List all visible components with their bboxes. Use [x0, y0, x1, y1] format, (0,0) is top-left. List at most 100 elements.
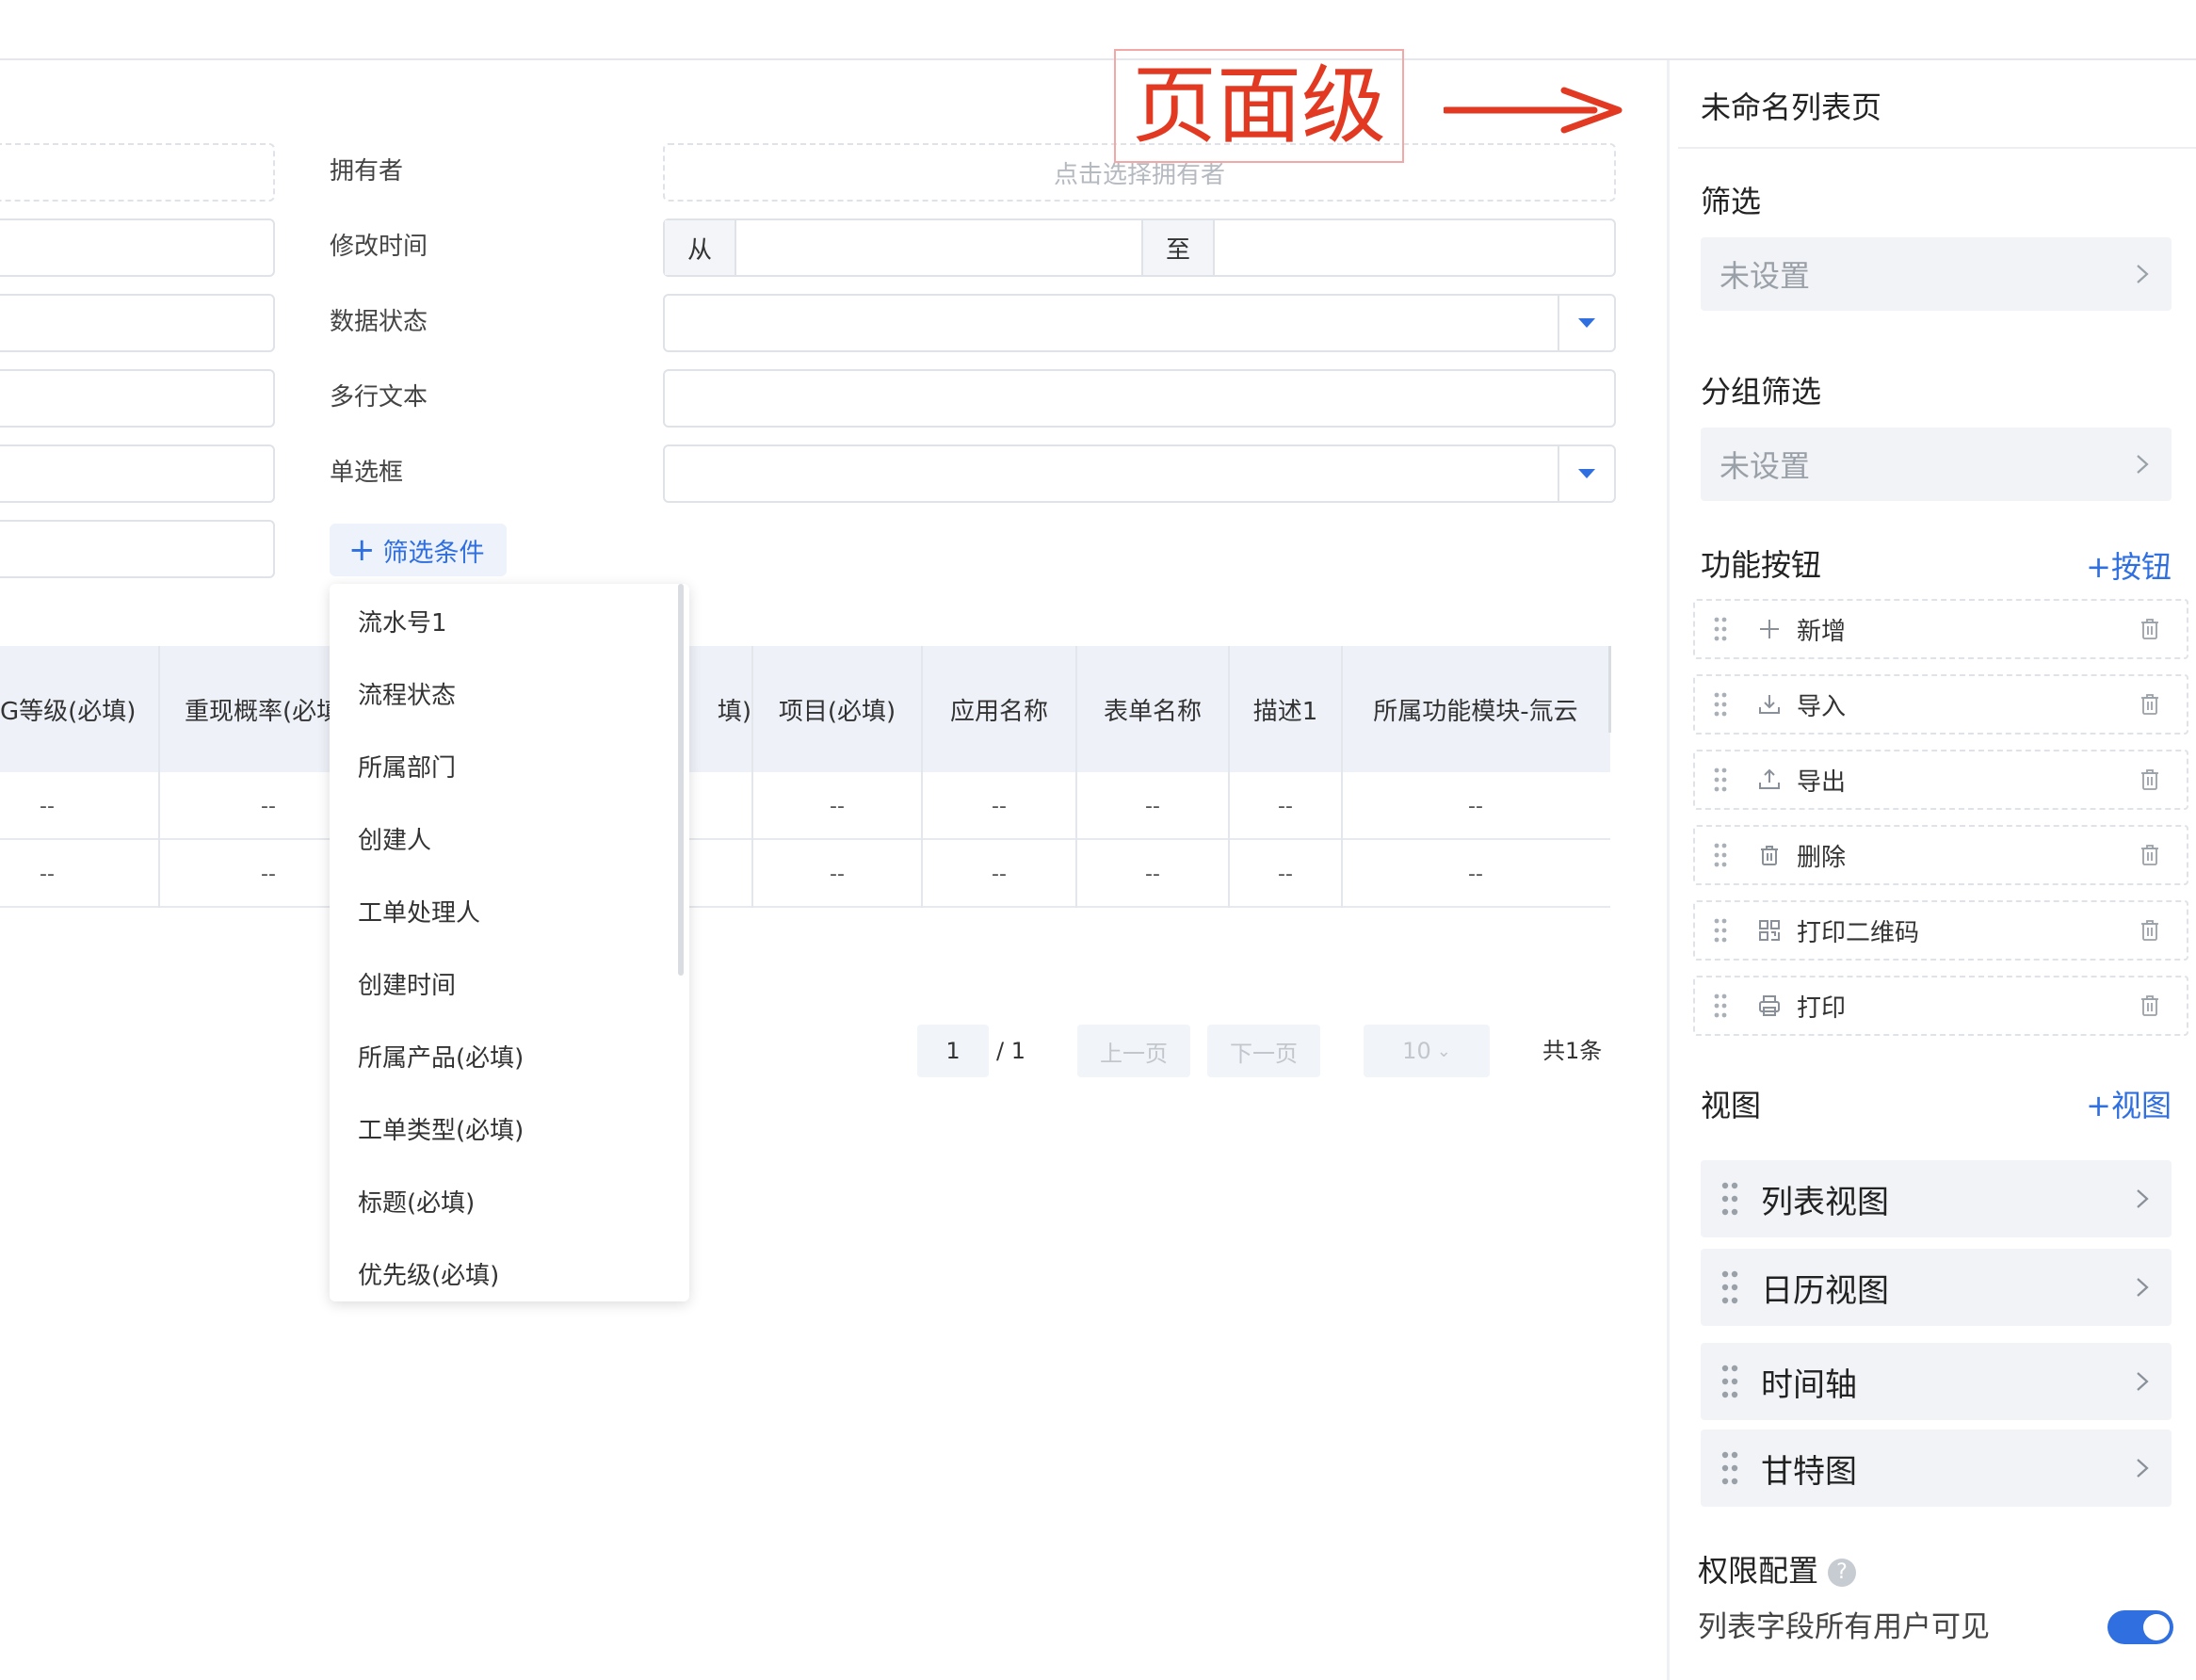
trash-icon[interactable] [2139, 843, 2160, 867]
dropdown-item[interactable]: 所属产品(必填) [358, 1042, 524, 1075]
left-field-4[interactable] [0, 369, 275, 428]
col-header-project[interactable]: 项目(必填) [753, 646, 921, 772]
table-scroll-edge [1608, 646, 1611, 733]
trash-icon[interactable] [2139, 617, 2160, 641]
table-cell: -- [1278, 862, 1293, 886]
views-section-title: 视图 [1701, 1088, 1762, 1123]
help-icon[interactable]: ? [1828, 1559, 1857, 1587]
page-size-select[interactable]: 10 ⌄ [1364, 1025, 1490, 1077]
page-title[interactable]: 未命名列表页 [1701, 87, 1881, 128]
filter-setting[interactable]: 未设置 [1701, 237, 2172, 311]
drag-handle-icon[interactable] [1714, 843, 1727, 867]
col-header-form-name[interactable]: 表单名称 [1077, 646, 1228, 772]
title-divider [1678, 147, 2196, 149]
table-cell: -- [830, 794, 845, 818]
add-view-link[interactable]: +视图 [2086, 1085, 2172, 1126]
field-visibility-toggle[interactable] [2107, 1610, 2173, 1644]
page-total: / 1 [996, 1038, 1025, 1064]
dropdown-item[interactable]: 工单类型(必填) [358, 1114, 524, 1148]
group-filter-setting[interactable]: 未设置 [1701, 428, 2172, 501]
table-cell: -- [1468, 862, 1483, 886]
view-item-label: 时间轴 [1761, 1365, 1857, 1404]
function-button-item-print-qrcode[interactable]: 打印二维码 [1693, 900, 2188, 961]
drag-handle-icon[interactable] [1714, 767, 1727, 792]
left-field-1[interactable] [0, 143, 275, 202]
export-icon [1759, 768, 1780, 789]
function-button-item-export[interactable]: 导出 [1693, 750, 2188, 810]
table-cell: -- [40, 794, 55, 818]
permissions-section-title: 权限配置? [1698, 1550, 1857, 1591]
range-to-input[interactable] [1215, 220, 1614, 275]
chevron-right-icon [2137, 265, 2149, 283]
dropdown-item[interactable]: 工单处理人 [358, 897, 480, 930]
trash-icon [1761, 846, 1778, 865]
plus-icon: + [348, 531, 376, 569]
table-cell: -- [40, 862, 55, 886]
left-field-2[interactable] [0, 218, 275, 277]
function-button-item-print[interactable]: 打印 [1693, 976, 2188, 1036]
col-header-g-level[interactable]: G等级(必填) [0, 646, 158, 772]
trash-icon[interactable] [2139, 993, 2160, 1018]
drag-handle-icon[interactable] [1721, 1365, 1738, 1398]
col-header-app-name[interactable]: 应用名称 [923, 646, 1075, 772]
next-page-button[interactable]: 下一页 [1207, 1025, 1320, 1077]
trash-icon[interactable] [2139, 918, 2160, 943]
dropdown-item[interactable]: 创建时间 [358, 969, 456, 1003]
dropdown-item[interactable]: 流水号1 [358, 606, 447, 640]
table-cell: -- [992, 862, 1007, 886]
group-filter-section-title: 分组筛选 [1701, 374, 1822, 410]
annotation-label: 页面级 [1114, 49, 1404, 163]
view-item-list[interactable]: 列表视图 [1701, 1160, 2172, 1237]
drag-handle-icon[interactable] [1714, 617, 1727, 641]
chevron-down-icon: ⌄ [1436, 1041, 1451, 1061]
chevron-right-icon [2137, 1372, 2149, 1391]
table-cell: -- [1145, 794, 1160, 818]
drag-handle-icon[interactable] [1714, 918, 1727, 943]
dropdown-scrollbar[interactable] [678, 584, 684, 976]
col-header-module[interactable]: 所属功能模块-氚云 [1343, 646, 1608, 772]
page-number-input[interactable]: 1 [917, 1025, 989, 1077]
function-button-item-import[interactable]: 导入 [1693, 674, 2188, 735]
multiline-text-label: 多行文本 [330, 383, 428, 412]
prev-page-button[interactable]: 上一页 [1077, 1025, 1190, 1077]
chevron-right-icon [2137, 1459, 2149, 1478]
left-field-5[interactable] [0, 444, 275, 503]
dropdown-item[interactable]: 所属部门 [358, 751, 456, 785]
left-field-6[interactable] [0, 520, 275, 578]
chevron-down-icon [1578, 469, 1595, 478]
left-field-3[interactable] [0, 294, 275, 352]
drag-handle-icon[interactable] [1721, 1182, 1738, 1216]
drag-handle-icon[interactable] [1714, 692, 1727, 717]
drag-handle-icon[interactable] [1721, 1270, 1738, 1304]
function-button-label: 导出 [1797, 767, 1847, 797]
function-button-item-delete[interactable]: 删除 [1693, 825, 2188, 885]
trash-icon[interactable] [2139, 767, 2160, 792]
multiline-text-input[interactable] [663, 369, 1616, 428]
radio-caret[interactable] [1558, 446, 1614, 501]
view-item-timeline[interactable]: 时间轴 [1701, 1343, 2172, 1420]
add-filter-condition-button[interactable]: + 筛选条件 [330, 524, 507, 576]
function-button-label: 新增 [1797, 617, 1847, 646]
view-item-label: 日历视图 [1761, 1271, 1889, 1310]
add-button-link[interactable]: +按钮 [2086, 546, 2172, 588]
radio-label: 单选框 [330, 459, 404, 487]
drag-handle-icon[interactable] [1714, 993, 1727, 1018]
table-cell: -- [830, 862, 845, 886]
range-from-input[interactable] [736, 220, 1145, 275]
radio-select[interactable] [663, 444, 1616, 503]
trash-icon[interactable] [2139, 692, 2160, 717]
col-header-description[interactable]: 描述1 [1230, 646, 1341, 772]
owner-label: 拥有者 [330, 157, 404, 186]
drag-handle-icon[interactable] [1721, 1451, 1738, 1485]
function-button-item-add[interactable]: 新增 [1693, 599, 2188, 659]
view-item-gantt[interactable]: 甘特图 [1701, 1430, 2172, 1507]
col-header-partial[interactable]: 填) [689, 646, 751, 772]
dropdown-item[interactable]: 流程状态 [358, 679, 456, 713]
dropdown-item[interactable]: 标题(必填) [358, 1187, 475, 1220]
view-item-calendar[interactable]: 日历视图 [1701, 1249, 2172, 1326]
data-status-caret[interactable] [1558, 296, 1614, 350]
dropdown-item[interactable]: 优先级(必填) [358, 1259, 499, 1293]
data-status-select[interactable] [663, 294, 1616, 352]
col-header-reproduce-rate[interactable]: 重现概率(必填) [160, 646, 330, 772]
dropdown-item[interactable]: 创建人 [358, 824, 431, 858]
